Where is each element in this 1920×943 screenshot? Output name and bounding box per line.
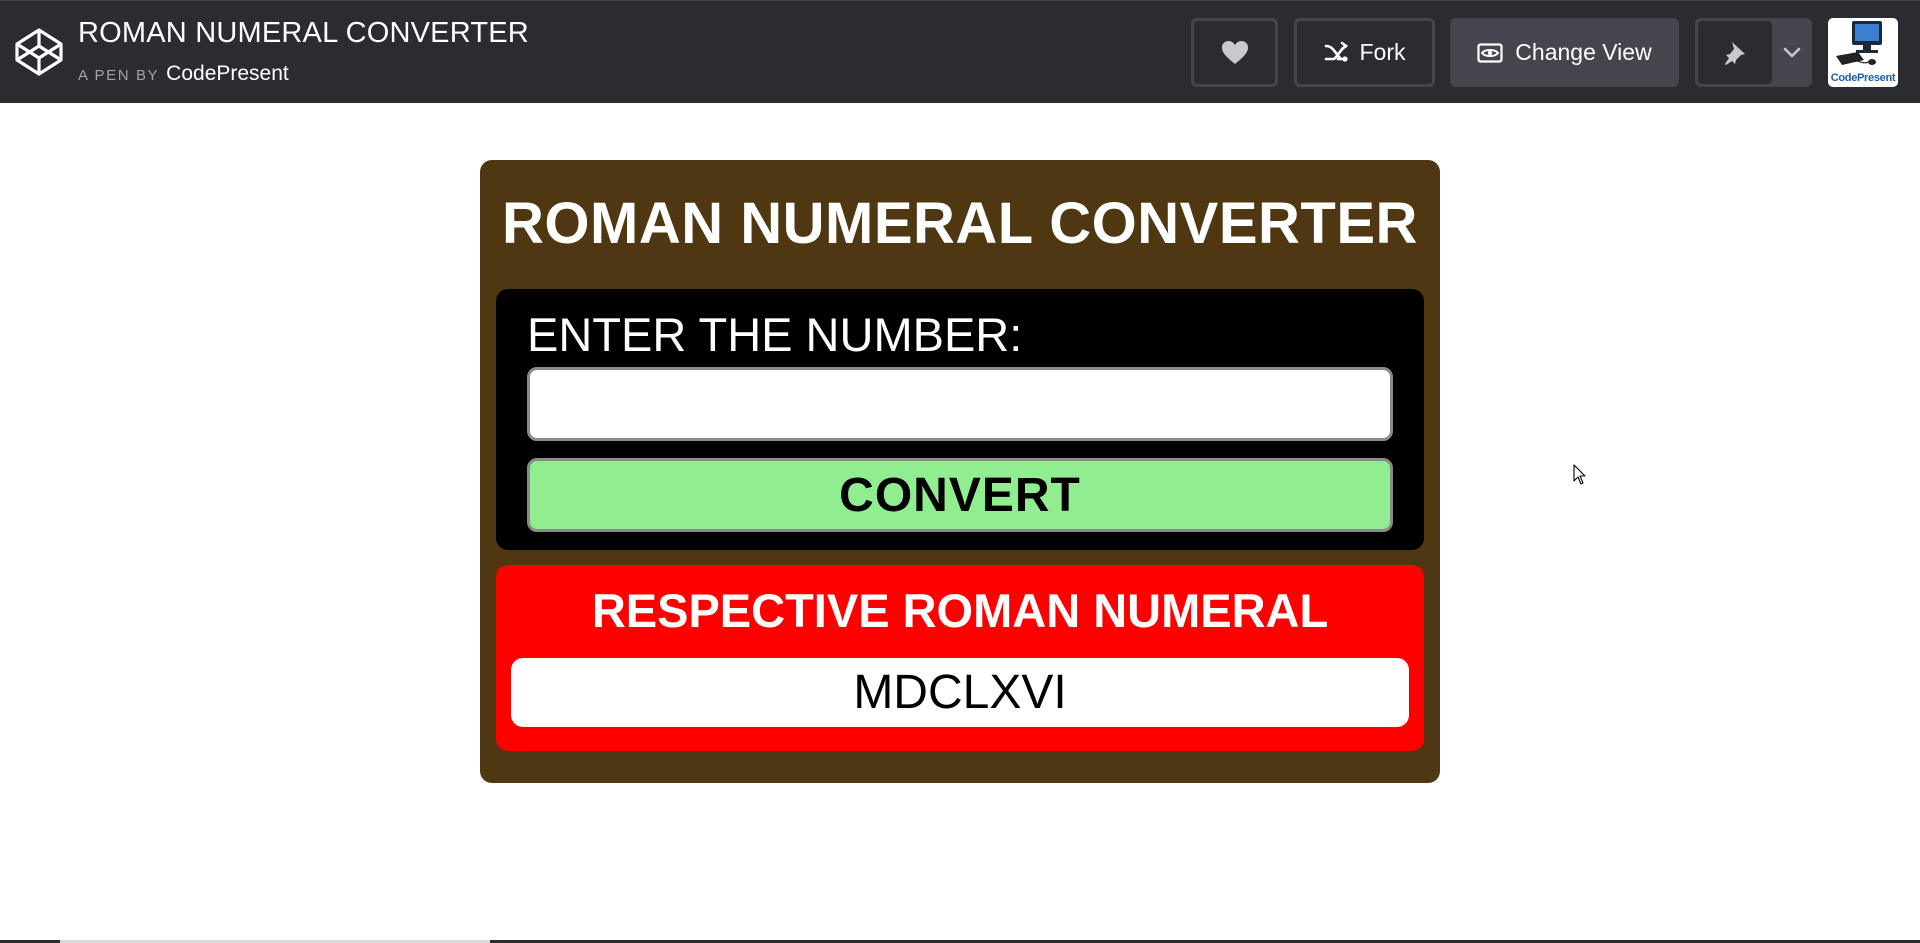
avatar-caption: CodePresent	[1830, 72, 1896, 84]
user-avatar[interactable]: CodePresent	[1828, 18, 1898, 87]
fork-label: Fork	[1359, 39, 1406, 65]
input-panel: ENTER THE NUMBER: CONVERT	[496, 289, 1424, 550]
mouse-pointer-icon	[1573, 464, 1586, 485]
result-title: RESPECTIVE ROMAN NUMERAL	[591, 584, 1329, 637]
fork-button[interactable]: Fork	[1294, 18, 1435, 87]
change-view-button[interactable]: Change View	[1450, 18, 1679, 87]
result-box: MDCLXVI	[511, 658, 1409, 727]
pen-by-prefix: A PEN BY	[78, 67, 160, 84]
convert-button[interactable]: CONVERT	[527, 458, 1393, 532]
eye-icon	[1477, 42, 1503, 63]
result-panel: RESPECTIVE ROMAN NUMERAL MDCLXVI	[496, 565, 1424, 751]
codepen-logo-icon[interactable]	[14, 27, 64, 77]
number-input-label: ENTER THE NUMBER:	[527, 308, 1023, 361]
pin-menu-toggle[interactable]	[1772, 21, 1812, 84]
pen-byline: A PEN BY CodePresent	[78, 62, 289, 86]
number-input[interactable]	[527, 367, 1393, 441]
fork-icon	[1324, 41, 1348, 62]
heart-icon	[1221, 40, 1248, 64]
pin-icon	[1725, 41, 1745, 65]
chevron-down-icon	[1783, 47, 1801, 57]
result-value: MDCLXVI	[853, 666, 1067, 719]
converter-card: ROMAN NUMERAL CONVERTER ENTER THE NUMBER…	[480, 160, 1440, 783]
like-button[interactable]	[1191, 18, 1278, 87]
change-view-label: Change View	[1515, 39, 1652, 65]
pin-button[interactable]	[1698, 21, 1772, 84]
app-title: ROMAN NUMERAL CONVERTER	[502, 191, 1418, 256]
pen-author-link[interactable]: CodePresent	[166, 62, 289, 86]
pen-title: ROMAN NUMERAL CONVERTER	[78, 17, 529, 49]
codepen-header: ROMAN NUMERAL CONVERTER A PEN BY CodePre…	[0, 0, 1920, 103]
computer-avatar-icon	[1836, 21, 1882, 65]
pin-button-group	[1695, 18, 1812, 87]
